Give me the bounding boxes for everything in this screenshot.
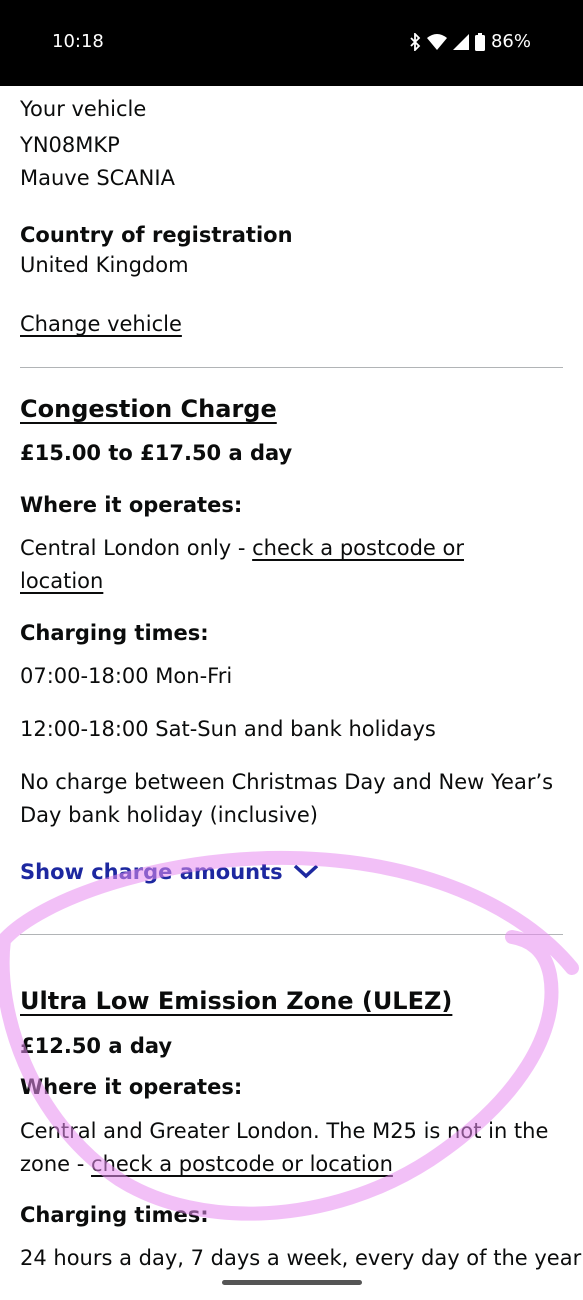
status-icons: 86%	[409, 31, 531, 52]
check-postcode-link-cont[interactable]: location	[20, 566, 103, 596]
change-vehicle-link[interactable]: Change vehicle	[20, 309, 182, 339]
ulez-price: £12.50 a day	[20, 1034, 173, 1058]
ulez-check-postcode-link[interactable]: check a postcode or location	[91, 1152, 393, 1176]
congestion-charge-title[interactable]: Congestion Charge	[20, 394, 277, 424]
battery-icon	[474, 32, 485, 51]
congestion-times-weekday: 07:00-18:00 Mon-Fri	[20, 664, 233, 688]
congestion-times-label: Charging times:	[20, 621, 209, 645]
ulez-times: 24 hours a day, 7 days a week, every day…	[20, 1246, 582, 1270]
your-vehicle-heading: Your vehicle	[20, 97, 147, 121]
divider	[20, 367, 563, 368]
congestion-note-line-1: No charge between Christmas Day and New …	[20, 770, 554, 794]
congestion-times-weekend: 12:00-18:00 Sat-Sun and bank holidays	[20, 717, 436, 741]
status-bar: 10:18 86%	[0, 0, 583, 86]
congestion-price: £15.00 to £17.50 a day	[20, 441, 293, 465]
country-value: United Kingdom	[20, 253, 189, 277]
ulez-times-label: Charging times:	[20, 1203, 209, 1227]
ulez-where-text: zone -	[20, 1152, 92, 1176]
divider	[20, 934, 563, 935]
check-postcode-link[interactable]: check a postcode or	[252, 536, 464, 560]
congestion-note-line-2: Day bank holiday (inclusive)	[20, 803, 318, 827]
chevron-down-icon	[293, 857, 319, 887]
battery-percent: 86%	[490, 31, 531, 52]
wifi-icon	[426, 33, 447, 50]
congestion-where-line: Central London only - check a postcode o…	[20, 533, 464, 563]
ulez-where-line-1: Central and Greater London. The M25 is n…	[20, 1119, 549, 1143]
vehicle-registration: YN08MKP	[20, 133, 120, 157]
congestion-where-label: Where it operates:	[20, 493, 243, 517]
ulez-where-label: Where it operates:	[20, 1075, 243, 1099]
ulez-title[interactable]: Ultra Low Emission Zone (ULEZ)	[20, 986, 452, 1016]
show-charge-amounts-button[interactable]: Show charge amounts	[20, 857, 319, 887]
gesture-bar[interactable]	[222, 1280, 362, 1285]
country-label: Country of registration	[20, 223, 293, 247]
status-time: 10:18	[52, 31, 104, 52]
highlight-annotation	[0, 850, 579, 1221]
ulez-where-line-2: zone - check a postcode or location	[20, 1149, 393, 1179]
vehicle-description: Mauve SCANIA	[20, 166, 175, 190]
show-charge-amounts-label: Show charge amounts	[20, 860, 283, 884]
congestion-where-text: Central London only -	[20, 536, 253, 560]
bluetooth-icon	[409, 32, 421, 51]
signal-icon	[452, 33, 469, 50]
